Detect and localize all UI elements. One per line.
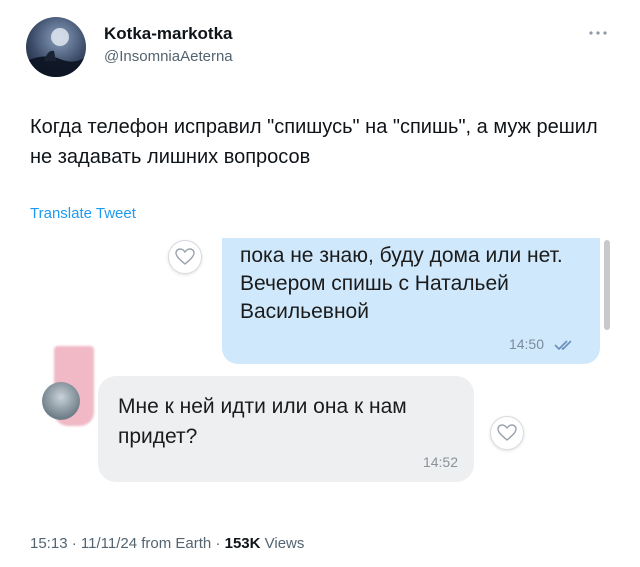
- views-label: Views: [264, 535, 305, 552]
- user-handle[interactable]: @InsomniaAeterna: [104, 48, 233, 65]
- avatar-image: [26, 28, 86, 77]
- incoming-message-text: Мне к ней идти или она к нам придет?: [118, 395, 407, 448]
- tweet-meta: 15:13 · 11/11/24 from Earth · 153K Views: [30, 535, 304, 552]
- incoming-message-time: 14:52: [422, 454, 458, 470]
- meta-separator: ·: [71, 535, 77, 552]
- chat-scrollbar[interactable]: [604, 240, 610, 330]
- outgoing-message-bubble: пока не знаю, буду дома или нет. Вечером…: [222, 238, 600, 364]
- more-options-icon[interactable]: [585, 26, 611, 40]
- translate-tweet-link[interactable]: Translate Tweet: [30, 205, 136, 222]
- display-name[interactable]: Kotka-markotka: [104, 24, 233, 44]
- contact-avatar[interactable]: [42, 382, 80, 420]
- heart-reaction-icon[interactable]: [490, 416, 524, 450]
- incoming-message-bubble: Мне к ней идти или она к нам придет? 14:…: [98, 376, 474, 482]
- outgoing-message-text: пока не знаю, буду дома или нет. Вечером…: [240, 244, 563, 323]
- tweet-text: Когда телефон исправил "спишусь" на "спи…: [30, 116, 598, 168]
- views-count: 153K: [224, 535, 261, 552]
- double-check-icon: [554, 340, 572, 351]
- tweet-date[interactable]: 11/11/24: [81, 535, 137, 552]
- heart-reaction-icon[interactable]: [168, 240, 202, 274]
- profile-avatar[interactable]: [26, 17, 86, 77]
- meta-separator: ·: [215, 535, 221, 552]
- outgoing-message-time: 14:50: [508, 336, 544, 352]
- tweet-time[interactable]: 15:13: [30, 535, 68, 552]
- tweet-source: from Earth: [141, 535, 212, 552]
